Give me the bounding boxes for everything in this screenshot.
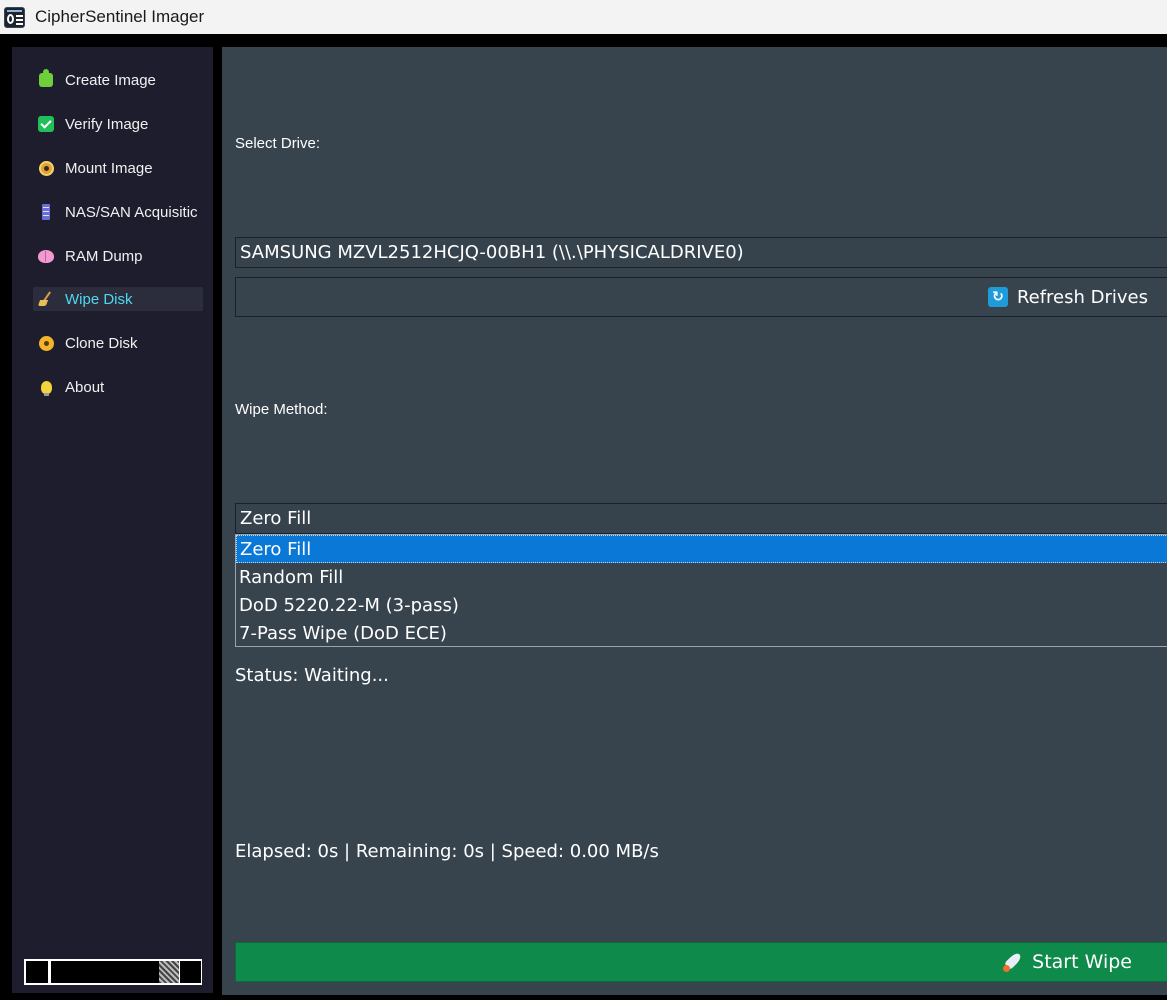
app-icon [4, 7, 25, 28]
dropdown-option-random-fill[interactable]: Random Fill [236, 563, 1167, 591]
status-text: Status: Waiting... [235, 665, 389, 686]
sidebar-item-wipe-disk[interactable]: Wipe Disk [33, 287, 203, 311]
sidebar-item-nas-san[interactable]: NAS/SAN Acquisitic [33, 200, 203, 224]
wipe-method-dropdown: Zero Fill Random Fill DoD 5220.22-M (3-p… [235, 534, 1167, 647]
dropdown-option-7pass[interactable]: 7-Pass Wipe (DoD ECE) [236, 619, 1167, 647]
sidebar-item-label: RAM Dump [65, 247, 143, 265]
refresh-drives-label: Refresh Drives [1016, 286, 1148, 308]
disc-icon [37, 159, 55, 177]
sidebar-item-label: Clone Disk [65, 334, 138, 352]
start-wipe-button[interactable]: Start Wipe [235, 942, 1167, 982]
refresh-drives-button[interactable]: ↻ Refresh Drives [235, 277, 1167, 317]
sidebar-item-label: NAS/SAN Acquisitic [65, 203, 198, 221]
sidebar-item-label: Verify Image [65, 115, 149, 133]
puzzle-icon [37, 69, 55, 89]
wipe-method-select[interactable]: Zero Fill [235, 503, 1167, 534]
dropdown-option-zero-fill[interactable]: Zero Fill [236, 535, 1167, 563]
sidebar-item-create-image[interactable]: Create Image [33, 68, 203, 92]
scrollbar-left-arrow[interactable] [26, 961, 48, 983]
sidebar-item-about[interactable]: About [33, 375, 203, 399]
drive-select[interactable]: SAMSUNG MZVL2512HCJQ-00BH1 (\\.\PHYSICAL… [235, 237, 1167, 268]
server-icon [37, 203, 55, 221]
refresh-icon: ↻ [987, 287, 1008, 307]
main-panel: Select Drive: SAMSUNG MZVL2512HCJQ-00BH1… [222, 47, 1167, 995]
scrollbar-right-arrow[interactable] [180, 961, 201, 983]
scrollbar-grip[interactable] [159, 961, 179, 983]
sidebar-item-label: Mount Image [65, 159, 153, 177]
start-wipe-label: Start Wipe [1032, 951, 1132, 973]
sidebar-scrollbar[interactable] [24, 959, 202, 985]
sidebar-item-label: Wipe Disk [65, 290, 133, 308]
sidebar-item-mount-image[interactable]: Mount Image [33, 156, 203, 180]
broom-icon [37, 290, 55, 308]
wipe-method-value: Zero Fill [240, 508, 312, 529]
wipe-method-label: Wipe Method: [235, 401, 328, 418]
title-bar: CipherSentinel Imager [0, 0, 1167, 34]
sidebar: Create Image Verify Image Mount Image NA… [12, 47, 213, 993]
sidebar-item-verify-image[interactable]: Verify Image [33, 112, 203, 136]
sidebar-item-clone-disk[interactable]: Clone Disk [33, 331, 203, 355]
sidebar-item-ram-dump[interactable]: RAM Dump [33, 244, 203, 268]
rocket-icon [1002, 951, 1024, 973]
dropdown-option-dod-3pass[interactable]: DoD 5220.22-M (3-pass) [236, 591, 1167, 619]
scrollbar-track[interactable] [51, 961, 159, 983]
cd-icon [37, 334, 55, 352]
brain-icon [37, 247, 55, 265]
sidebar-item-label: About [65, 378, 105, 396]
window-title: CipherSentinel Imager [35, 7, 205, 26]
lightbulb-icon [37, 378, 55, 396]
sidebar-item-label: Create Image [65, 71, 156, 89]
check-icon [37, 115, 55, 133]
select-drive-label: Select Drive: [235, 135, 321, 152]
progress-metrics: Elapsed: 0s | Remaining: 0s | Speed: 0.0… [235, 841, 659, 862]
drive-select-value: SAMSUNG MZVL2512HCJQ-00BH1 (\\.\PHYSICAL… [240, 242, 744, 263]
